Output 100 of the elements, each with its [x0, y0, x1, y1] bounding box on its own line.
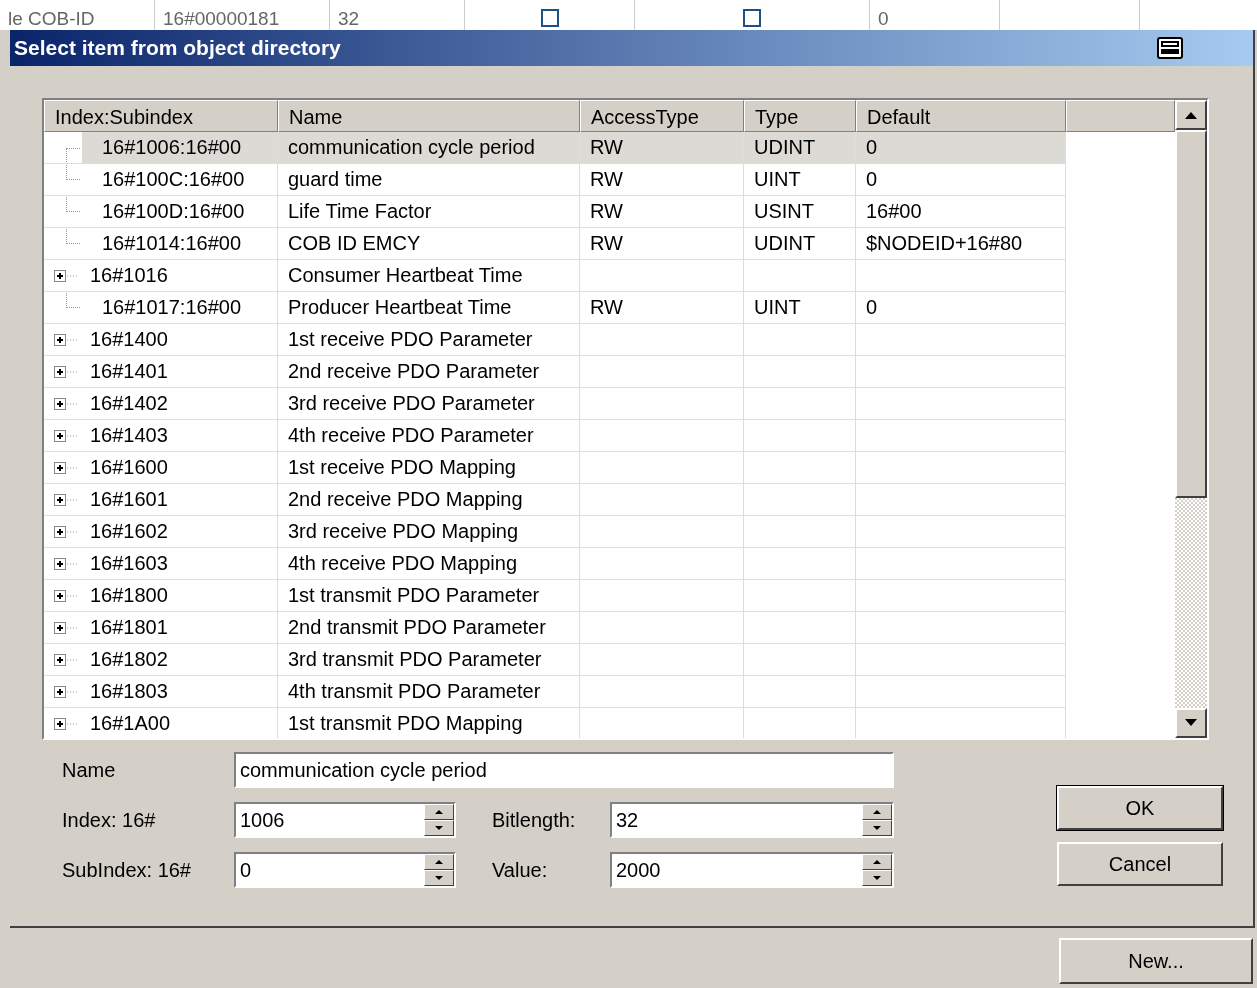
expand-icon[interactable] [54, 269, 80, 282]
table-cell: 3rd receive PDO Parameter [278, 388, 580, 420]
table-cell: 3rd transmit PDO Parameter [278, 644, 580, 676]
table-cell: 0 [856, 164, 1066, 196]
down-arrow-icon [1184, 719, 1198, 727]
table-cell: Consumer Heartbeat Time [278, 260, 580, 292]
tree-item[interactable]: 16#1016 [90, 260, 168, 291]
expand-icon[interactable] [54, 557, 80, 570]
expand-icon[interactable] [54, 429, 80, 442]
cancel-button[interactable]: Cancel [1057, 842, 1223, 886]
tree-item[interactable]: 16#1603 [90, 548, 168, 579]
tree-item[interactable]: 16#1017:16#00 [102, 292, 242, 323]
tree-item[interactable]: 16#1A00 [90, 708, 171, 738]
table-cell: communication cycle period [278, 132, 580, 164]
field-label: Bitlength: [492, 808, 577, 832]
table-cell: 1st receive PDO Mapping [278, 452, 580, 484]
table-cell: RW [580, 132, 744, 164]
spin-up-button[interactable] [424, 804, 454, 820]
vertical-scrollbar[interactable] [1175, 100, 1207, 738]
expand-icon[interactable] [54, 493, 80, 506]
table-cell: 2nd transmit PDO Parameter [278, 612, 580, 644]
scroll-up-button[interactable] [1175, 100, 1207, 130]
tree-item[interactable]: 16#1802 [90, 644, 168, 675]
field-label: Value: [492, 858, 549, 882]
table-cell: 4th transmit PDO Parameter [278, 676, 580, 708]
spin-down-button[interactable] [424, 820, 454, 836]
spin-down-button[interactable] [862, 870, 892, 886]
expand-icon[interactable] [54, 397, 80, 410]
tree-item[interactable]: 16#1014:16#00 [102, 228, 242, 259]
tree-item[interactable]: 16#1602 [90, 516, 168, 547]
table-cell: UDINT [744, 228, 856, 260]
down-arrow-icon [435, 876, 443, 880]
tree-item[interactable]: 16#100D:16#00 [102, 196, 245, 227]
expand-icon[interactable] [54, 621, 80, 634]
expand-icon[interactable] [54, 461, 80, 474]
checkbox[interactable] [540, 9, 559, 27]
down-arrow-icon [873, 876, 881, 880]
ok-button[interactable]: OK [1057, 786, 1223, 830]
tree-item[interactable]: 16#100C:16#00 [102, 164, 245, 195]
tree-item[interactable]: 16#1801 [90, 612, 168, 643]
tree-item[interactable]: 16#1006:16#00 [102, 132, 242, 163]
field-label: Index: 16# [62, 808, 157, 832]
tree-item[interactable]: 16#1402 [90, 388, 168, 419]
down-arrow-icon [873, 826, 881, 830]
table-cell: 2nd receive PDO Mapping [278, 484, 580, 516]
spin-up-button[interactable] [424, 854, 454, 870]
expand-icon[interactable] [54, 653, 80, 666]
tree-item[interactable]: 16#1401 [90, 356, 168, 387]
scroll-thumb[interactable] [1175, 130, 1207, 498]
column-header[interactable]: AccessType [580, 100, 744, 132]
tree-item[interactable]: 16#1400 [90, 324, 168, 355]
table-cell: 0 [856, 132, 1066, 164]
table-cell: 3rd receive PDO Mapping [278, 516, 580, 548]
table-cell: RW [580, 164, 744, 196]
expand-icon[interactable] [54, 717, 80, 730]
up-arrow-icon [435, 810, 443, 814]
expand-icon[interactable] [54, 333, 80, 346]
expand-icon[interactable] [54, 589, 80, 602]
table-cell: 4th receive PDO Parameter [278, 420, 580, 452]
spin-field[interactable]: 32 [610, 802, 894, 838]
spin-field[interactable]: 1006 [234, 802, 456, 838]
tree-item[interactable]: 16#1601 [90, 484, 168, 515]
table-cell: RW [580, 292, 744, 324]
window-title: Select item from object directory [14, 36, 341, 60]
field-label: Name [62, 758, 117, 782]
spin-up-button[interactable] [862, 854, 892, 870]
spin-up-button[interactable] [862, 804, 892, 820]
spin-down-button[interactable] [862, 820, 892, 836]
column-header[interactable]: Type [744, 100, 856, 132]
tree-item[interactable]: 16#1403 [90, 420, 168, 451]
table-cell: UINT [744, 164, 856, 196]
tree-item[interactable]: 16#1800 [90, 580, 168, 611]
expand-icon[interactable] [54, 685, 80, 698]
column-header[interactable]: Default [856, 100, 1066, 132]
table-cell: 4th receive PDO Mapping [278, 548, 580, 580]
column-header[interactable]: Name [278, 100, 580, 132]
table-cell: Producer Heartbeat Time [278, 292, 580, 324]
column-header[interactable]: Index:Subindex [44, 100, 278, 132]
table-cell: COB ID EMCY [278, 228, 580, 260]
scroll-down-button[interactable] [1175, 708, 1207, 738]
expand-icon[interactable] [54, 525, 80, 538]
up-arrow-icon [873, 810, 881, 814]
table-cell: 2nd receive PDO Parameter [278, 356, 580, 388]
table-cell: UDINT [744, 132, 856, 164]
tree-item[interactable]: 16#1803 [90, 676, 168, 707]
expand-icon[interactable] [54, 365, 80, 378]
table-cell: USINT [744, 196, 856, 228]
field-label: SubIndex: 16# [62, 858, 192, 882]
spin-down-button[interactable] [424, 870, 454, 886]
table-cell: $NODEID+16#80 [856, 228, 1066, 260]
new-button[interactable]: New... [1059, 938, 1253, 984]
tree-item[interactable]: 16#1600 [90, 452, 168, 483]
table-cell: 16#00 [856, 196, 1066, 228]
checkbox[interactable] [743, 9, 761, 27]
name-field[interactable]: communication cycle period [234, 752, 894, 788]
spin-field[interactable]: 2000 [610, 852, 894, 888]
table-cell: Life Time Factor [278, 196, 580, 228]
printer-icon[interactable] [1157, 37, 1183, 59]
table-cell: RW [580, 228, 744, 260]
spin-field[interactable]: 0 [234, 852, 456, 888]
